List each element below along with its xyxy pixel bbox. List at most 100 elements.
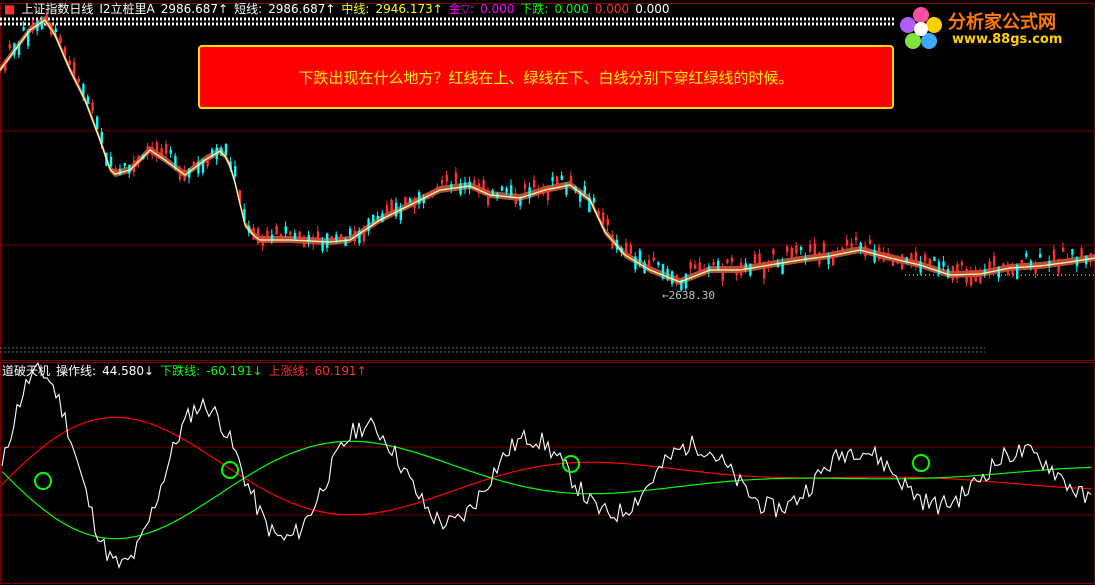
candle-body: [951, 266, 954, 281]
candle-body: [385, 205, 389, 214]
candle-body: [335, 234, 338, 241]
annotation-text: 下跌出现在什么地方？红线在上、绿线在下、白线分别下穿红绿线的时候。: [298, 68, 794, 87]
lower-header: 道破天机 操作线: 44.580↓ 下跌线: -60.191↓ 上涨线: 60.191↑: [2, 363, 373, 379]
candle-body: [712, 262, 715, 266]
candle-body: [114, 168, 117, 173]
candle-body: [482, 179, 485, 192]
op-value: 44.580↓: [102, 364, 155, 378]
candle-body: [473, 180, 476, 187]
candle-body: [441, 179, 444, 184]
candle-body: [914, 251, 918, 265]
candle-body: [753, 254, 757, 263]
candle-body: [372, 214, 375, 224]
candle-body: [160, 147, 163, 156]
annotation-callout: 下跌出现在什么地方？红线在上、绿线在下、白线分别下穿红绿线的时候。: [198, 45, 894, 109]
flower-logo-icon: [900, 7, 942, 49]
candle-body: [1006, 266, 1010, 275]
down-line: [1, 440, 1092, 540]
candle-body: [634, 256, 637, 270]
lower-pane-border: [0, 362, 1095, 584]
candle-body: [68, 60, 71, 66]
top-header: ■ 上证指数日线 I2立桩里A 2986.687↑ 短线: 2986.687↑ 中线: 294…: [4, 1, 676, 17]
candle-body: [749, 263, 752, 276]
candle-body: [376, 215, 379, 219]
mid-label: 中线:: [341, 2, 370, 16]
candle-body: [289, 231, 292, 236]
short-value: 2986.687↑: [268, 2, 336, 16]
candle-body: [942, 261, 945, 267]
candle-body: [606, 218, 609, 226]
candle-body: [1029, 260, 1033, 267]
candle-body: [197, 161, 200, 174]
candle-body: [556, 176, 559, 186]
candle-body: [878, 247, 881, 260]
candle-body: [974, 269, 977, 282]
candle-body: [293, 232, 297, 239]
lower-title: 道破天机: [2, 364, 51, 378]
candle-body: [721, 266, 724, 282]
candle-body: [661, 264, 665, 279]
logo-name: 分析家公式网: [948, 12, 1056, 33]
candle-body: [1048, 261, 1051, 267]
candle-body: [560, 175, 563, 181]
candle-body: [96, 116, 99, 130]
candle-body: [91, 102, 94, 112]
candle-body: [1011, 264, 1014, 275]
candle-body: [965, 269, 968, 283]
candle-body: [933, 257, 936, 261]
candle-body: [629, 244, 632, 254]
candle-body: [528, 187, 531, 199]
candle-body: [993, 256, 996, 266]
circle-marker-icon: [912, 454, 930, 472]
candle-body: [1052, 249, 1056, 262]
candle-body: [648, 260, 651, 269]
candle-body: [487, 190, 490, 205]
candle-body: [652, 257, 655, 261]
candle-body: [924, 254, 927, 262]
site-logo: 分析家公式网 www.88gs.com: [896, 2, 1092, 54]
candle-body: [868, 239, 872, 244]
candle-body: [730, 257, 734, 263]
candle-body: [174, 155, 177, 168]
candle-body: [119, 168, 122, 175]
candle-body: [845, 239, 849, 246]
candle-body: [781, 262, 784, 275]
candle-body: [500, 186, 504, 191]
candle-body: [960, 261, 964, 266]
candle-body: [891, 255, 895, 266]
candle-body: [266, 230, 269, 240]
op-label: 操作线:: [56, 364, 97, 378]
candle-body: [22, 26, 25, 31]
candle-body: [330, 236, 333, 240]
circle-marker-icon: [221, 461, 239, 479]
candle-body: [855, 237, 858, 241]
candle-body: [887, 252, 890, 256]
candle-body: [491, 190, 494, 195]
candle-body: [684, 273, 688, 289]
kline-marker-icon: ■: [4, 2, 16, 16]
candle-body: [569, 175, 573, 186]
candle-body: [73, 61, 76, 77]
indicator-value: 2986.687↑: [160, 2, 229, 16]
candle-body: [123, 163, 126, 167]
candle-body: [928, 258, 931, 268]
candle-body: [859, 242, 862, 249]
candle-body: [689, 262, 692, 269]
candle-body: [165, 144, 168, 154]
candle-body: [275, 225, 278, 235]
candle-body: [546, 186, 550, 201]
up-line-value: 60.191↑: [314, 364, 367, 378]
down-label: 下跌:: [520, 2, 549, 16]
candle-body: [1080, 248, 1083, 257]
candle-body: [303, 238, 306, 248]
candle-body: [54, 28, 57, 33]
candle-body: [997, 266, 1000, 278]
candle-body: [8, 44, 11, 49]
candle-body: [533, 179, 536, 188]
circle-marker-icon: [562, 455, 580, 473]
candle-body: [790, 247, 793, 258]
gold-value: 0.000: [480, 2, 515, 16]
logo-url: www.88gs.com: [952, 32, 1063, 47]
candle-body: [77, 78, 80, 82]
candle-body: [192, 161, 195, 166]
